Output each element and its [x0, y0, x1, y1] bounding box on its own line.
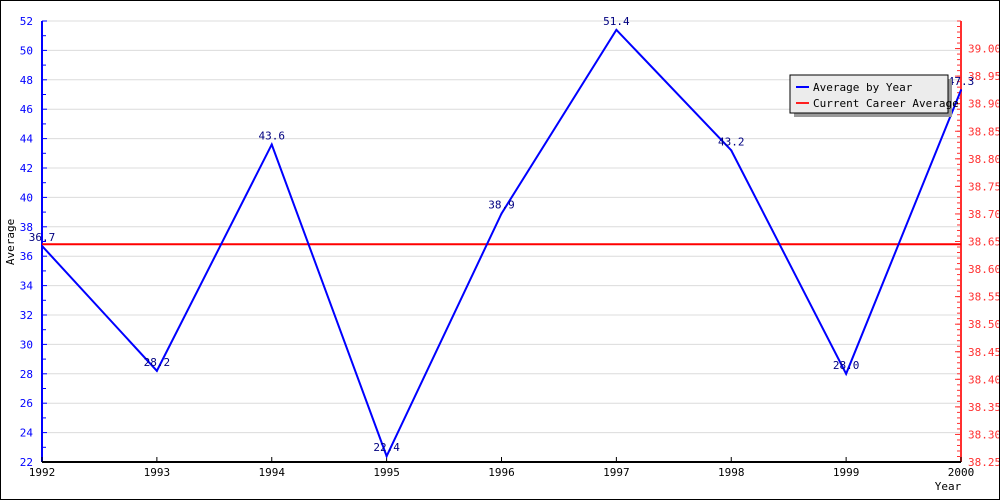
data-label: 28.2 [144, 356, 171, 369]
x-tick-label: 1993 [144, 466, 171, 479]
left-tick-label: 28 [20, 368, 33, 381]
data-point [155, 369, 158, 372]
right-tick-label: 38.85 [968, 125, 999, 138]
right-tick-label: 38.70 [968, 208, 999, 221]
data-label: 43.2 [718, 135, 745, 148]
right-tick-label: 38.30 [968, 428, 999, 441]
data-point [845, 372, 848, 375]
x-tick-label: 1999 [833, 466, 860, 479]
chart-frame: 22 24 26 28 30 32 34 36 38 40 42 44 46 48 50 52 38.25 38… [0, 0, 1000, 500]
legend: Average by Year Current Career Average [789, 74, 959, 117]
x-tick-label: 1994 [259, 466, 286, 479]
x-tick-label: 1998 [718, 466, 745, 479]
right-tick-label: 38.90 [968, 98, 999, 111]
y-axis-label: Average [4, 219, 17, 265]
x-tick-label: 1995 [373, 466, 400, 479]
data-label: 22.4 [373, 441, 400, 454]
data-point [960, 89, 962, 92]
data-point [615, 28, 618, 31]
left-tick-label: 34 [20, 280, 34, 293]
x-tick-label: 1996 [488, 466, 515, 479]
data-label: 36.7 [29, 231, 56, 244]
data-label: 38.9 [488, 199, 515, 212]
right-tick-label: 39.00 [968, 43, 999, 56]
left-tick-label: 42 [20, 162, 33, 175]
x-axis-label: Year [935, 480, 962, 493]
legend-label-average: Average by Year [813, 81, 913, 94]
data-label: 28.0 [833, 359, 860, 372]
x-axis: 1992 1993 1994 1995 1996 1997 1998 1999 2000 [29, 457, 975, 479]
left-tick-label: 48 [20, 74, 33, 87]
right-tick-label: 38.45 [968, 346, 999, 359]
left-tick-label: 36 [20, 250, 33, 263]
data-point [730, 149, 733, 152]
left-tick-label: 50 [20, 44, 33, 57]
left-tick-label: 26 [20, 397, 33, 410]
right-tick-label: 38.75 [968, 180, 999, 193]
right-tick-label: 38.35 [968, 401, 999, 414]
line-chart: 22242628303234363840424446485052 38.2538… [4, 15, 999, 493]
right-tick-label: 38.60 [968, 263, 999, 276]
left-tick-label: 24 [20, 427, 34, 440]
data-label: 43.6 [259, 129, 286, 142]
data-point [385, 455, 388, 458]
right-axis: 38.2538.3038.3538.4038.4538.5038.5538.60… [955, 20, 999, 469]
x-tick-label: 2000 [948, 466, 975, 479]
data-label: 51.4 [603, 15, 630, 28]
data-point [41, 244, 43, 247]
right-tick-label: 38.50 [968, 318, 999, 331]
data-point [270, 143, 273, 146]
right-tick-label: 38.80 [968, 153, 999, 166]
right-tick-label: 38.55 [968, 291, 999, 304]
right-tick-label: 38.40 [968, 373, 999, 386]
left-tick-label: 44 [20, 133, 34, 146]
x-tick-label: 1992 [29, 466, 56, 479]
left-tick-label: 52 [20, 15, 33, 28]
left-tick-label: 40 [20, 191, 33, 204]
right-tick-label: 38.65 [968, 236, 999, 249]
data-point [500, 212, 503, 215]
left-tick-label: 46 [20, 103, 33, 116]
left-tick-label: 30 [20, 338, 33, 351]
left-tick-label: 32 [20, 309, 33, 322]
legend-label-career: Current Career Average [813, 97, 959, 110]
x-tick-label: 1997 [603, 466, 630, 479]
